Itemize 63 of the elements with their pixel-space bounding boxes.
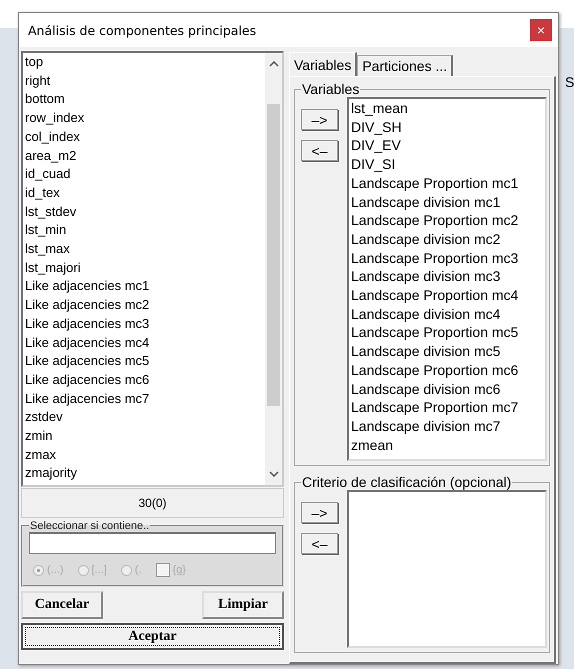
list-item[interactable]: Landscape Proportion mc5 (351, 323, 545, 342)
list-item[interactable]: Landscape division mc2 (351, 230, 545, 249)
list-item[interactable]: Like adjacencies mc6 (25, 370, 265, 390)
list-item[interactable]: zmin (25, 427, 265, 446)
list-item[interactable]: Landscape Proportion mc6 (351, 360, 545, 380)
list-item[interactable]: Landscape Proportion mc2 (351, 211, 545, 230)
background-text: S (565, 74, 574, 90)
scroll-down-icon[interactable] (268, 471, 278, 477)
list-item[interactable]: Landscape division mc3 (351, 267, 545, 286)
list-item[interactable]: col_index (25, 128, 265, 147)
list-item[interactable]: id_tex (25, 184, 265, 203)
list-item[interactable]: Landscape division mc6 (351, 380, 545, 398)
list-item[interactable]: DIV_SH (351, 118, 545, 136)
list-item[interactable]: zmajority (25, 464, 265, 484)
list-item[interactable]: Landscape division mc5 (351, 342, 545, 361)
list-item[interactable]: zmax (25, 446, 265, 464)
group-title: Seleccionar si contiene.. (29, 520, 150, 532)
list-item[interactable]: Landscape Proportion mc4 (351, 286, 545, 305)
list-item[interactable]: lst_max (25, 240, 265, 259)
accept-button[interactable]: Aceptar (21, 623, 284, 650)
remove-button[interactable]: <– (301, 533, 338, 554)
list-item[interactable]: Landscape division mc7 (351, 416, 545, 436)
list-item[interactable]: DIV_EV (351, 136, 545, 156)
group-title: Criterio de clasificación (opcional) (301, 474, 512, 490)
list-item[interactable]: lst_stdev (25, 202, 265, 222)
filter-input[interactable] (29, 532, 276, 554)
list-item[interactable]: Like adjacencies mc3 (25, 314, 265, 334)
list-item[interactable]: id_cuad (25, 165, 265, 184)
clear-button[interactable]: Limpiar (202, 591, 284, 619)
item-count: 30(0) (21, 488, 284, 518)
list-item[interactable]: Like adjacencies mc4 (25, 334, 265, 352)
list-item[interactable]: Like adjacencies mc7 (25, 390, 265, 408)
scroll-up-icon[interactable] (268, 61, 278, 67)
list-item[interactable]: DIV_SI (351, 155, 545, 174)
list-item[interactable]: zmean (351, 436, 545, 454)
list-item[interactable]: lst_majori (25, 258, 265, 278)
window-title: Análisis de componentes principales (28, 22, 256, 38)
list-item[interactable]: zstdev (25, 408, 265, 428)
cancel-button[interactable]: Cancelar (21, 591, 103, 619)
list-item[interactable]: Like adjacencies mc2 (25, 296, 265, 315)
list-item[interactable]: Landscape Proportion mc3 (351, 248, 545, 268)
close-button[interactable]: × (530, 19, 552, 41)
list-item[interactable]: row_index (25, 109, 265, 128)
remove-button[interactable]: <– (301, 140, 338, 161)
list-item[interactable]: bottom (25, 90, 265, 110)
list-item[interactable]: Like adjacencies mc5 (25, 352, 265, 371)
add-button[interactable]: –> (301, 109, 338, 130)
tab[interactable]: Particiones ... (357, 55, 454, 76)
list-item[interactable]: lst_min (25, 221, 265, 240)
scroll-thumb[interactable] (267, 104, 280, 406)
list-item[interactable]: right (25, 72, 265, 90)
list-item[interactable]: Like adjacencies mc1 (25, 277, 265, 296)
list-item[interactable]: top (25, 53, 265, 72)
add-button[interactable]: –> (301, 502, 338, 523)
tab[interactable]: Variables (289, 52, 358, 76)
list-item[interactable]: lst_mean (351, 99, 545, 118)
list-item[interactable]: Landscape division mc1 (351, 192, 545, 212)
list-item[interactable]: area_m2 (25, 146, 265, 166)
list-item[interactable]: Landscape Proportion mc1 (351, 174, 545, 193)
group-title: Variables (301, 81, 360, 97)
list-item[interactable]: Landscape division mc4 (351, 304, 545, 324)
scrollbar[interactable] (265, 53, 282, 485)
list-item[interactable]: Landscape Proportion mc7 (351, 398, 545, 417)
